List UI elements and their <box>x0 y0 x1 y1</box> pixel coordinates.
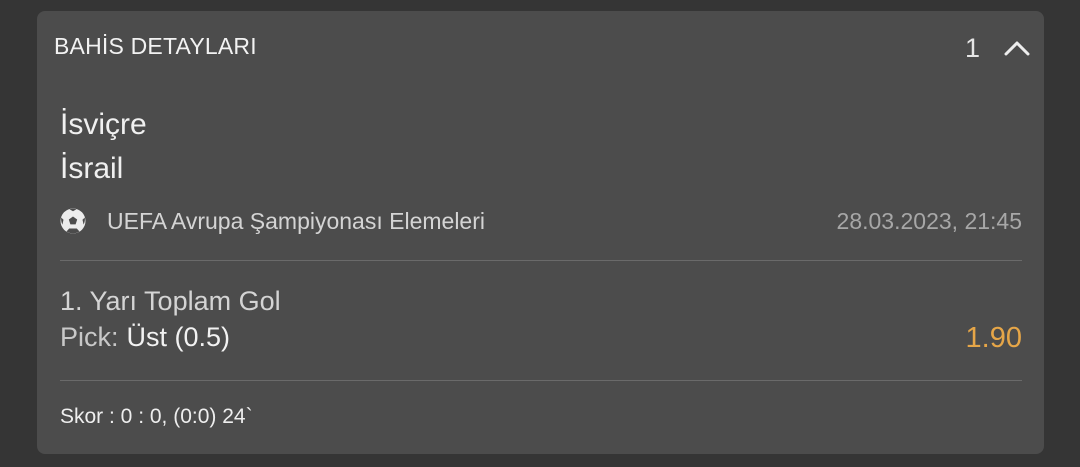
pick-value: Üst (0.5) <box>126 322 231 352</box>
soccer-ball-icon <box>60 208 86 234</box>
event-datetime: 28.03.2023, 21:45 <box>836 208 1022 234</box>
pick-row: Pick: Üst (0.5) <box>60 322 230 353</box>
away-team: İsrail <box>60 152 124 185</box>
chevron-up-icon[interactable] <box>1003 37 1031 59</box>
league-name: UEFA Avrupa Şampiyonası Elemeleri <box>107 208 485 234</box>
divider <box>60 260 1022 261</box>
score-text: Skor : 0 : 0, (0:0) 24` <box>60 405 253 428</box>
odds-value: 1.90 <box>965 322 1022 354</box>
pick-label: Pick: <box>60 322 119 352</box>
selection-count: 1 <box>965 33 981 63</box>
bet-details-card: BAHİS DETAYLARI 1 İsviçre İsrail UEFA Av… <box>37 11 1044 454</box>
market-name: 1. Yarı Toplam Gol <box>60 286 281 316</box>
divider <box>60 380 1022 381</box>
home-team: İsviçre <box>60 108 147 141</box>
card-title: BAHİS DETAYLARI <box>54 33 257 59</box>
